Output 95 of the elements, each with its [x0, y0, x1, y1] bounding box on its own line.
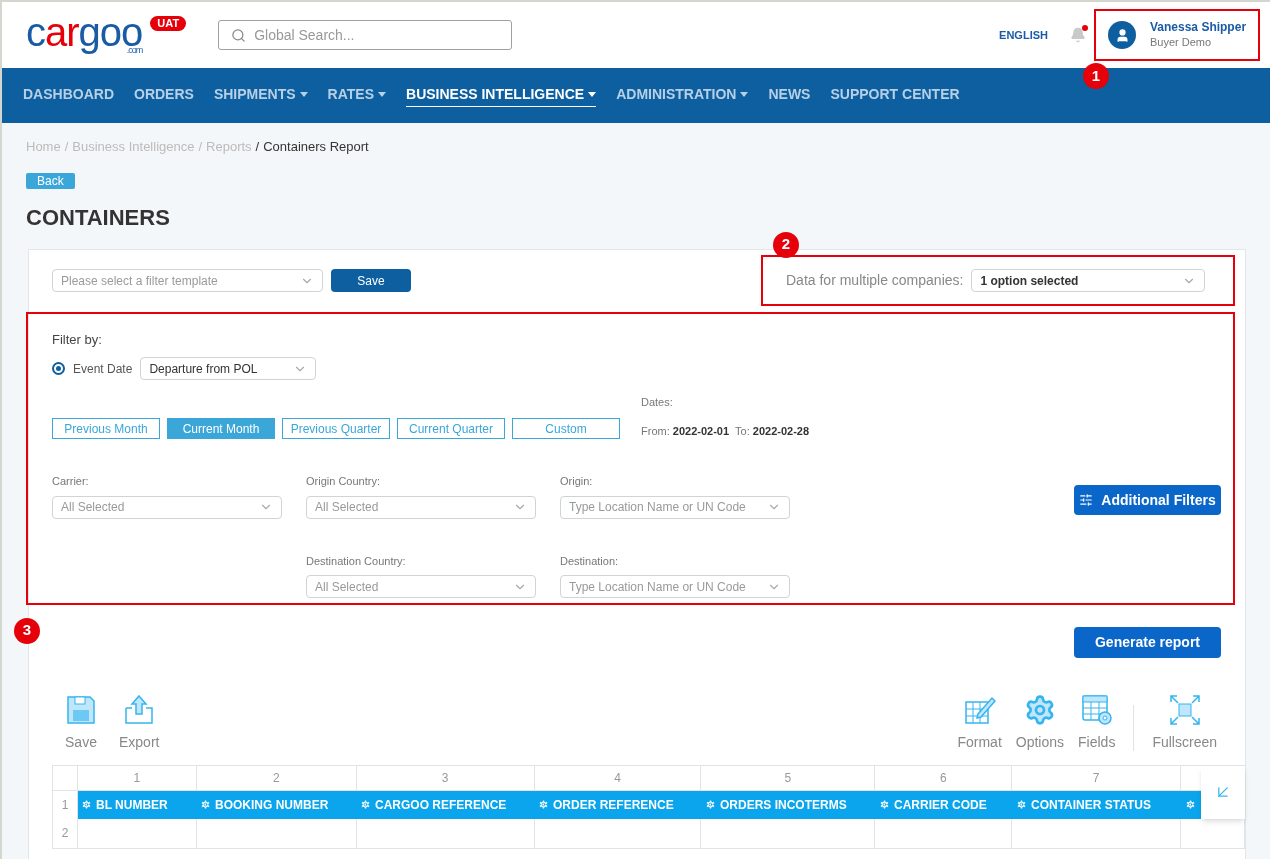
column-number: 6 [875, 765, 1013, 791]
toolbar-button[interactable]: Export [115, 693, 164, 753]
breadcrumb-item[interactable]: Business Intelligence [72, 137, 195, 157]
event-date-radio[interactable] [52, 362, 65, 375]
filter-label: Destination: [560, 553, 620, 569]
column-number: 3 [356, 765, 535, 791]
filter-label: Origin: [560, 474, 594, 489]
event-date-label: Event Date [73, 360, 133, 378]
filter-heading: Filter by: [52, 330, 103, 349]
dates-label: Dates: [641, 395, 674, 410]
annotation-marker: 3 [14, 617, 40, 644]
filter-select[interactable]: All Selected [306, 495, 536, 519]
period-button[interactable]: Previous Quarter [282, 418, 390, 439]
filter-select[interactable]: All Selected [306, 575, 536, 598]
column-header[interactable]: CARRIER CODE [876, 790, 1013, 819]
caret-icon [378, 92, 386, 97]
filter-select[interactable]: Type Location Name or UN Code [560, 575, 790, 598]
filter-label: Origin Country: [306, 474, 381, 489]
logo[interactable]: cargoo.com [26, 12, 143, 52]
toolbar-button[interactable]: Format [953, 693, 1006, 753]
column-header[interactable]: BL NUMBER [78, 790, 197, 819]
column-number: 4 [534, 765, 702, 791]
breadcrumb-item: Containers Report [263, 138, 369, 156]
bell-icon [1070, 27, 1086, 43]
column-header[interactable]: BOOKING NUMBER [197, 790, 357, 819]
filter-label: Carrier: [52, 474, 90, 489]
nav-item[interactable]: BUSINESS INTELLIGENCE [406, 84, 597, 107]
language-link[interactable]: ENGLISH [999, 26, 1048, 44]
row-number: 2 [53, 818, 78, 849]
save-button[interactable]: Save [331, 269, 411, 292]
column-header[interactable]: CARGOO REFERENCE [357, 790, 535, 819]
column-header[interactable]: ORDER REFERENCE [535, 790, 702, 819]
column-number: 1 [78, 765, 197, 791]
column-header[interactable] [1182, 790, 1202, 819]
period-button[interactable]: Custom [512, 418, 620, 439]
to-date: To: 2022-02-28 [735, 423, 810, 439]
period-button[interactable]: Current Quarter [397, 418, 505, 439]
filter-label: Destination Country: [306, 553, 407, 569]
column-number: 7 [1012, 765, 1182, 791]
toolbar-button[interactable]: Options [1011, 693, 1069, 753]
gear-icon [705, 799, 716, 810]
period-button[interactable]: Current Month [167, 418, 275, 439]
toolbar-button[interactable]: Save [61, 693, 101, 753]
search-field[interactable]: Global Search... [218, 20, 513, 50]
gear-icon [1185, 799, 1196, 810]
user-name: Vanessa Shipper [1150, 20, 1247, 35]
event-date-select[interactable]: Departure from POL [140, 357, 317, 380]
toolbar-button[interactable]: Fullscreen [1148, 693, 1221, 753]
search-icon [231, 27, 247, 43]
notifications-button[interactable] [1070, 27, 1086, 43]
filter-select[interactable]: All Selected [52, 495, 282, 519]
gear-icon [1016, 799, 1027, 810]
expand-arrows-icon [1168, 693, 1201, 726]
gear-icon [360, 799, 371, 810]
template-select[interactable]: Please select a filter template [52, 269, 323, 292]
nav-item[interactable]: ORDERS [134, 84, 194, 107]
gear-icon [81, 799, 92, 810]
column-header[interactable]: CONTAINER STATUS [1013, 790, 1182, 819]
nav-item[interactable]: RATES [327, 84, 386, 107]
gear-icon [879, 799, 890, 810]
gear-icon [538, 799, 549, 810]
breadcrumb-separator: / [255, 138, 260, 156]
breadcrumb-separator: / [64, 138, 69, 156]
user-menu[interactable]: Vanessa Shipper Buyer Demo [1094, 9, 1260, 61]
column-header[interactable]: ORDERS INCOTERMS [702, 790, 876, 819]
column-number: 2 [196, 765, 357, 791]
caret-icon [299, 92, 308, 97]
upload-tray-icon [123, 693, 156, 726]
back-button[interactable]: Back [26, 172, 75, 189]
column-number: 5 [701, 765, 876, 791]
annotation-marker: 2 [773, 231, 799, 258]
nav-item[interactable]: SUPPORT CENTER [830, 84, 960, 107]
caret-icon [588, 92, 597, 97]
period-button[interactable]: Previous Month [52, 418, 160, 439]
toolbar-button[interactable]: Fields [1074, 693, 1120, 753]
caret-icon [740, 92, 749, 97]
avatar [1108, 21, 1136, 49]
companies-label: Data for multiple companies: [786, 271, 964, 290]
page-title: CONTAINERS [26, 204, 171, 231]
nav-item[interactable]: DASHBOARD [23, 84, 114, 107]
nav-item[interactable]: SHIPMENTS [213, 84, 308, 107]
gear-icon [200, 799, 211, 810]
search-input[interactable]: Global Search... [254, 24, 500, 46]
environment-badge: UAT [150, 16, 187, 31]
nav-item[interactable]: ADMINISTRATION [616, 84, 749, 107]
nav-item[interactable]: NEWS [768, 84, 811, 107]
generate-report-button[interactable]: Generate report [1074, 626, 1221, 658]
breadcrumb-separator: / [198, 138, 203, 156]
table-gear-icon [1080, 693, 1113, 726]
from-date: From: 2022-02-01 [641, 423, 730, 439]
additional-filters-button[interactable]: Additional Filters [1074, 485, 1221, 515]
user-company: Buyer Demo [1150, 35, 1213, 50]
companies-select[interactable]: 1 option selected [971, 269, 1206, 292]
sliders-icon [1079, 493, 1094, 507]
filter-select[interactable]: Type Location Name or UN Code [560, 495, 790, 519]
